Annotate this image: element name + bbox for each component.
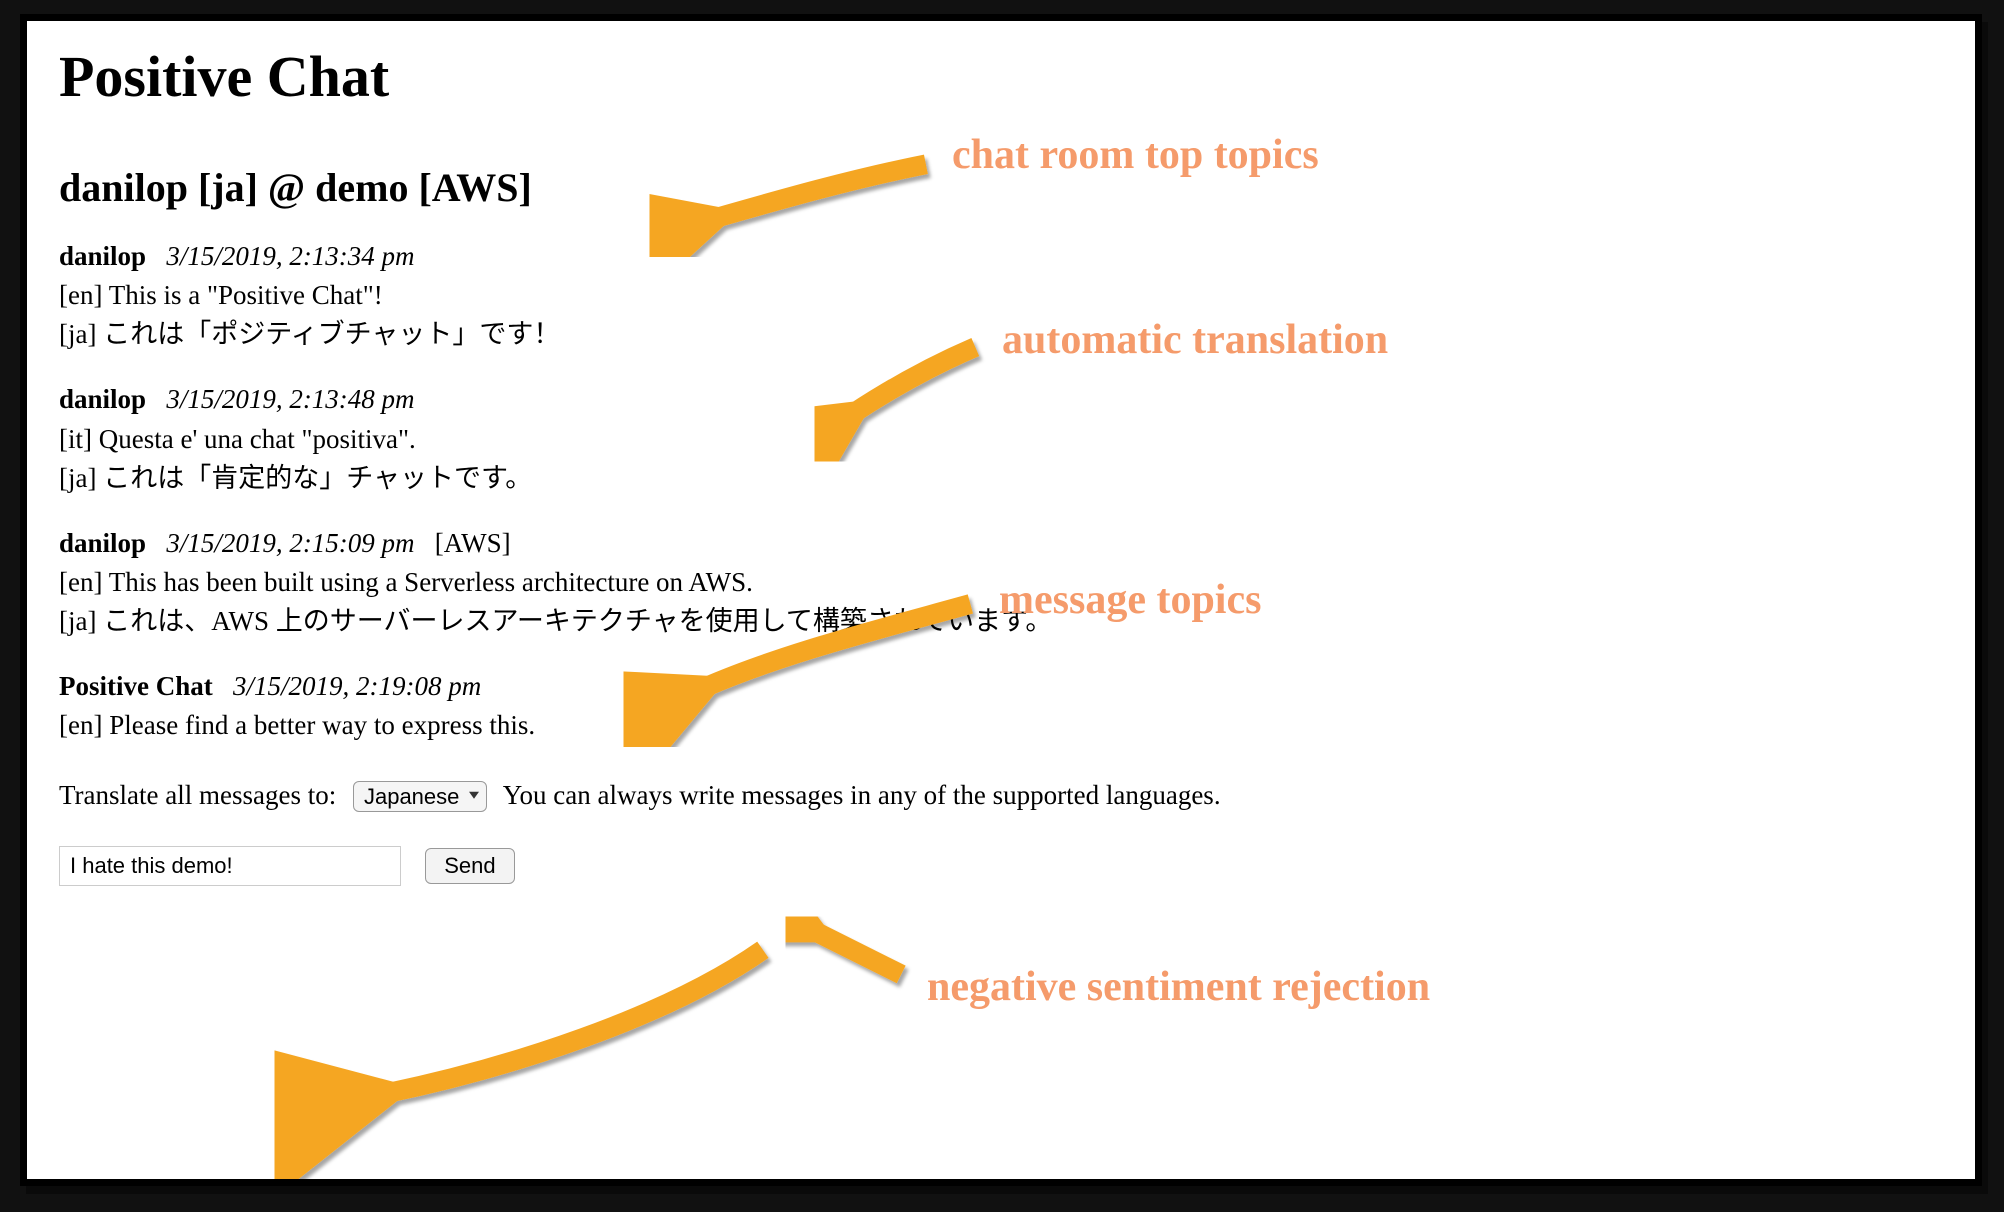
chat-message: danilop 3/15/2019, 2:13:34 pm [en] This … xyxy=(59,237,1943,354)
language-select[interactable]: Japanese xyxy=(353,781,487,812)
message-user: Positive Chat xyxy=(59,671,213,701)
annotation-top-topics: chat room top topics xyxy=(952,131,1319,179)
page-title: Positive Chat xyxy=(59,43,1943,110)
document-page: Positive Chat danilop [ja] @ demo [AWS] … xyxy=(20,14,1982,1186)
message-timestamp: 3/15/2019, 2:19:08 pm xyxy=(233,671,481,701)
message-line: [en] This is a "Positive Chat"! xyxy=(59,276,1943,315)
send-button[interactable]: Send xyxy=(425,848,514,884)
message-topic: [AWS] xyxy=(435,528,511,558)
message-header: danilop 3/15/2019, 2:15:09 pm [AWS] xyxy=(59,524,1943,563)
annotation-neg-reject: negative sentiment rejection xyxy=(927,963,1430,1011)
message-header: Positive Chat 3/15/2019, 2:19:08 pm xyxy=(59,667,1943,706)
message-line: [ja] これは「ポジティブチャット」です！ xyxy=(59,315,1943,354)
message-input[interactable] xyxy=(59,846,401,886)
message-line: [it] Questa e' una chat "positiva". xyxy=(59,420,1943,459)
arrow-icon xyxy=(387,950,762,1093)
language-select-wrap[interactable]: Japanese xyxy=(353,780,487,812)
translate-controls: Translate all messages to: Japanese You … xyxy=(59,780,1943,812)
annotation-auto-translate: automatic translation xyxy=(1002,316,1388,364)
message-header: danilop 3/15/2019, 2:13:48 pm xyxy=(59,380,1943,419)
annotation-message-topics: message topics xyxy=(999,576,1261,624)
message-timestamp: 3/15/2019, 2:13:34 pm xyxy=(166,241,414,271)
message-user: danilop xyxy=(59,528,146,558)
message-header: danilop 3/15/2019, 2:13:34 pm xyxy=(59,237,1943,276)
compose-row: Send xyxy=(59,846,1943,886)
message-line: [en] Please find a better way to express… xyxy=(59,706,1943,745)
chat-message: Positive Chat 3/15/2019, 2:19:08 pm [en]… xyxy=(59,667,1943,745)
message-line: [ja] これは「肯定的な」チャットです。 xyxy=(59,459,1943,498)
chat-message: danilop 3/15/2019, 2:13:48 pm [it] Quest… xyxy=(59,380,1943,497)
message-user: danilop xyxy=(59,384,146,414)
arrow-icon xyxy=(812,930,901,974)
translate-note: You can always write messages in any of … xyxy=(503,780,1221,810)
translate-label: Translate all messages to: xyxy=(59,780,336,810)
message-timestamp: 3/15/2019, 2:15:09 pm xyxy=(166,528,414,558)
message-user: danilop xyxy=(59,241,146,271)
message-timestamp: 3/15/2019, 2:13:48 pm xyxy=(166,384,414,414)
